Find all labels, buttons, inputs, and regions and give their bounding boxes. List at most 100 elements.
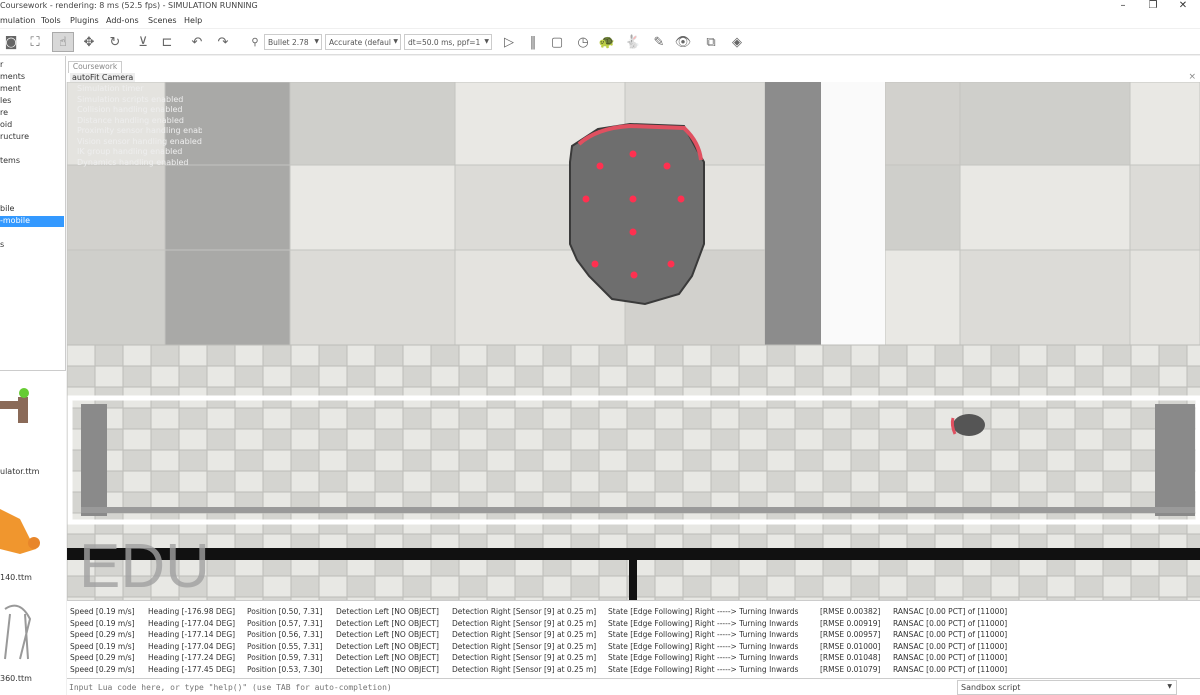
engine-icon: ⚲ <box>251 36 259 48</box>
tab-coursework[interactable]: Coursework <box>68 61 122 73</box>
floor-tile <box>962 365 992 388</box>
overlay-line: Vision sensor handling enabled <box>77 136 202 146</box>
minimize-button[interactable]: – <box>1108 0 1138 11</box>
object-rotate-icon[interactable]: ↻ <box>104 32 126 52</box>
floor-tile <box>738 449 768 472</box>
hierarchy-item[interactable]: ment <box>0 84 64 95</box>
floor-tile <box>122 344 152 367</box>
delta-robot-thumbnail[interactable] <box>0 599 60 669</box>
menu-addons[interactable]: Add-ons <box>106 16 139 25</box>
hierarchy-item[interactable]: tems <box>0 156 64 167</box>
model-label[interactable]: ulator.ttm <box>0 467 39 476</box>
robot-small <box>953 414 985 436</box>
floor-tile <box>822 449 852 472</box>
hierarchy-item[interactable]: oid <box>0 120 64 131</box>
hierarchy-item[interactable]: ments <box>0 72 64 83</box>
menu-simulation[interactable]: mulation <box>0 16 35 25</box>
model-label[interactable]: 360.ttm <box>0 674 32 683</box>
floor-tile <box>514 575 544 598</box>
floor-tile <box>262 344 292 367</box>
undo-icon[interactable]: ↶ <box>186 32 208 52</box>
floor-tile <box>542 428 572 451</box>
transfer-dna-icon[interactable]: ⊏ <box>156 32 178 52</box>
hierarchy-item-selected[interactable]: -mobile <box>0 216 64 227</box>
floor-tile <box>682 428 712 451</box>
object-shift-icon[interactable]: ✥ <box>78 32 100 52</box>
camera-pan-icon[interactable]: ◙ <box>0 32 22 52</box>
floor-tile <box>710 575 740 598</box>
floor-tile <box>990 449 1020 472</box>
camera-fit-icon[interactable]: ⛶ <box>24 32 46 52</box>
physics-engine-dropdown[interactable]: Bullet 2.78 ▼ <box>264 34 322 50</box>
floor-tile <box>570 344 600 367</box>
menu-scenes[interactable]: Scenes <box>148 16 177 25</box>
floor-tile <box>374 365 404 388</box>
floor-tile <box>318 365 348 388</box>
floor-tile <box>850 428 880 451</box>
floor-tile <box>346 575 376 598</box>
accuracy-dropdown[interactable]: Accurate (defaul ▼ <box>325 34 401 50</box>
robot-arm-thumbnail[interactable] <box>0 499 60 559</box>
floor-tile <box>766 365 796 388</box>
close-button[interactable]: ✕ <box>1168 0 1198 11</box>
console-field: State [Edge Following] Right -----> Turn… <box>608 630 799 639</box>
menu-plugins[interactable]: Plugins <box>70 16 99 25</box>
object-select-icon[interactable]: ☝ <box>52 32 74 52</box>
wall-dark <box>765 82 821 345</box>
floor-tile <box>374 470 404 493</box>
redo-icon[interactable]: ↷ <box>212 32 234 52</box>
arena-wall-left <box>81 404 107 516</box>
model-label[interactable]: 140.ttm <box>0 573 32 582</box>
floor-tile <box>542 449 572 472</box>
slow-down-icon[interactable]: 🐢 <box>596 32 618 52</box>
floor-tile <box>486 428 516 451</box>
restore-button[interactable]: ❐ <box>1138 0 1168 11</box>
floor-tile <box>878 575 908 598</box>
hierarchy-item[interactable]: r <box>0 60 64 71</box>
floor-tile <box>1046 449 1076 472</box>
floor-tile <box>1102 470 1132 493</box>
realtime-icon[interactable]: ◷ <box>572 32 594 52</box>
menu-help[interactable]: Help <box>184 16 202 25</box>
stop-icon[interactable]: ▢ <box>546 32 568 52</box>
floor-tile <box>822 470 852 493</box>
console-line: Speed [0.29 m/s] Heading [-177.14 DEG] Pos… <box>67 630 1187 641</box>
console-field: Position [0.53, 7.30] <box>247 664 323 674</box>
black-post <box>629 560 637 600</box>
floor-tile <box>1102 449 1132 472</box>
floor-tile <box>430 428 460 451</box>
floor-tile <box>514 449 544 472</box>
floor-tile <box>234 365 264 388</box>
floor-tile <box>682 470 712 493</box>
floor-tile <box>458 428 488 451</box>
play-icon[interactable]: ▷ <box>498 32 520 52</box>
hierarchy-item[interactable]: ructure <box>0 132 64 143</box>
thread-rendering-icon[interactable]: ✎ <box>648 32 670 52</box>
overlay-line: Proximity sensor handling enabled <box>77 126 202 135</box>
page-selector-icon[interactable]: ⧉ <box>700 32 722 52</box>
floor-tile <box>959 249 1131 346</box>
assemble-icon[interactable]: ⊻ <box>132 32 154 52</box>
hierarchy-item[interactable]: re <box>0 108 64 119</box>
visualization-icon[interactable]: 👁 <box>672 32 694 52</box>
menu-tools[interactable]: Tools <box>41 16 61 25</box>
close-icon[interactable]: × <box>1188 72 1196 82</box>
timestep-dropdown[interactable]: dt=50.0 ms, ppf=1 ▼ <box>404 34 492 50</box>
manipulator-thumbnail[interactable] <box>0 379 60 429</box>
floor-tile <box>626 470 656 493</box>
pause-icon[interactable]: ‖ <box>522 32 544 52</box>
floor-tile <box>990 470 1020 493</box>
status-console[interactable]: Speed [0.19 m/s] Heading [-176.98 DEG] Pos… <box>67 600 1200 678</box>
script-selector[interactable]: Sandbox script ▼ <box>957 680 1177 695</box>
floor-tile <box>766 575 796 598</box>
hierarchy-item[interactable]: les <box>0 96 64 107</box>
hierarchy-item[interactable]: s <box>0 240 64 251</box>
scene-viewport[interactable]: EDU Simulation timer Simulation scripts … <box>67 82 1200 600</box>
sensor-dot <box>667 260 675 268</box>
lua-command-input[interactable] <box>67 680 947 695</box>
hierarchy-item[interactable]: bile <box>0 204 64 215</box>
floor-tile <box>1074 365 1104 388</box>
scene-selector-icon[interactable]: ◈ <box>726 32 748 52</box>
console-line: Speed [0.19 m/s] Heading [-176.98 DEG] Pos… <box>67 607 1187 618</box>
speed-up-icon[interactable]: 🐇 <box>622 32 644 52</box>
